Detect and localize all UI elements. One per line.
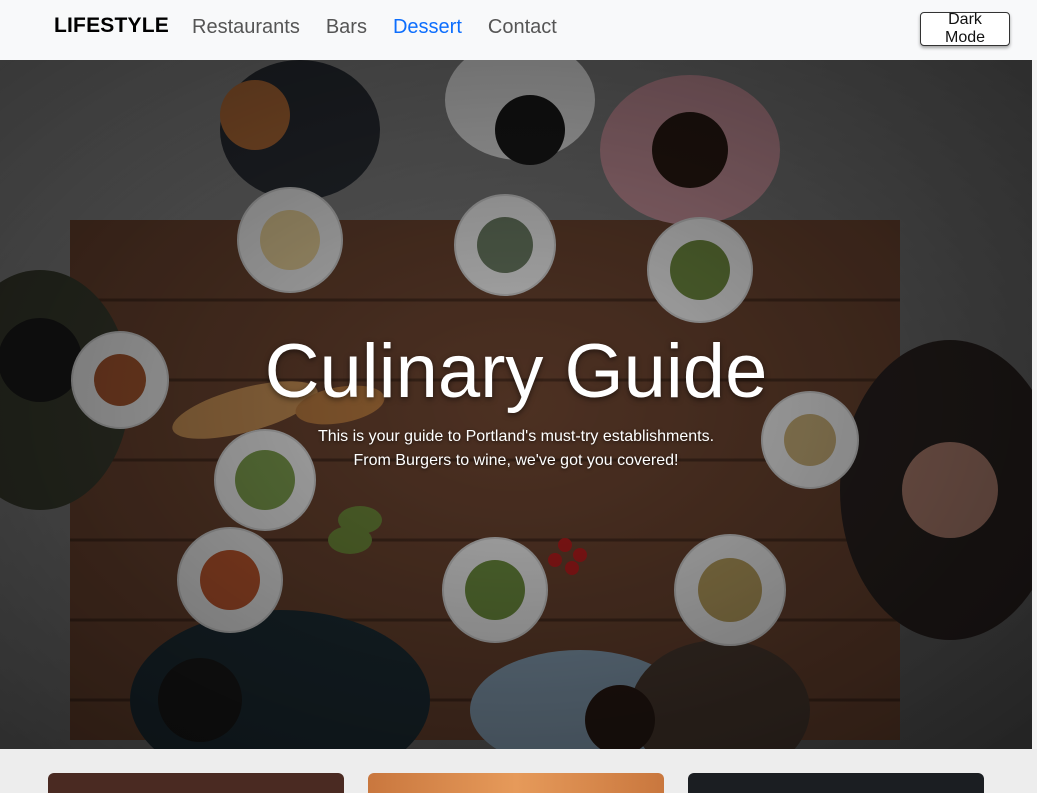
- nav-link-contact[interactable]: Contact: [488, 16, 557, 39]
- card-2[interactable]: [368, 773, 664, 793]
- scrollbar[interactable]: [1032, 60, 1037, 749]
- nav-link-restaurants[interactable]: Restaurants: [192, 16, 300, 39]
- card-3[interactable]: [688, 773, 984, 793]
- dark-mode-button[interactable]: Dark Mode: [920, 11, 1010, 46]
- nav-link-bars[interactable]: Bars: [326, 16, 367, 39]
- navbar: LIFESTYLE Restaurants Bars Dessert Conta…: [0, 0, 1037, 60]
- hero-subtitle-line2: From Burgers to wine, we've got you cove…: [353, 452, 679, 469]
- hero-title: Culinary Guide: [264, 329, 768, 414]
- hero-subtitle-line1: This is your guide to Portland's must-tr…: [317, 428, 715, 445]
- nav-links: Restaurants Bars Dessert Contact: [192, 16, 557, 39]
- nav-link-dessert[interactable]: Dessert: [393, 16, 462, 39]
- card-1[interactable]: [48, 773, 344, 793]
- hero-banner: Culinary Guide This is your guide to Por…: [0, 60, 1032, 749]
- brand-logo[interactable]: LIFESTYLE: [54, 14, 169, 38]
